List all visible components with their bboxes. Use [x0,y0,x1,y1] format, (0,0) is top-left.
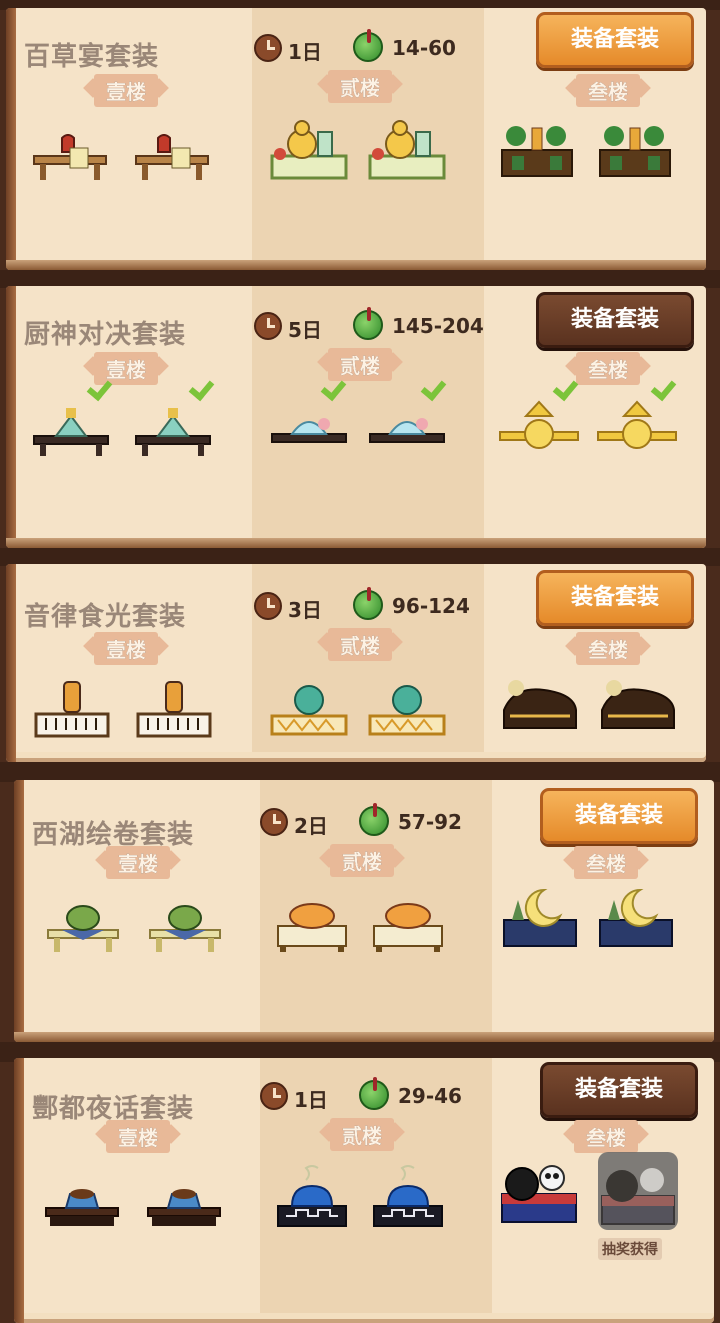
green-coin-icon [359,803,389,836]
lotus-stand-icon [369,418,445,443]
floor-1-label: 壹楼 [83,74,169,107]
clock-icon [254,592,282,620]
teapot-table-icon [47,905,119,952]
green-coin-icon [353,587,383,620]
clock-icon [254,312,282,340]
golden-pavilion-icon [597,400,677,449]
left-rail [14,1058,24,1323]
floor-1-label: 壹楼 [95,1120,181,1153]
bowl-desk-icon [45,1189,119,1226]
herb-table-icon [135,134,209,180]
equip-set-button[interactable]: 装备套装 [536,12,694,68]
left-rail [6,8,16,270]
lottery-note: 抽奖获得 [598,1238,662,1260]
bowl-desk-icon [147,1189,221,1226]
lotus-stand-icon [271,418,347,443]
set-card-3: 音律食光套装 3日 96-124 装备套装 壹楼 贰楼 叁楼 [6,564,706,762]
floor-2-label: 贰楼 [317,70,403,103]
owned-check-icon [556,374,580,398]
floor-3-label: 叁楼 [563,1120,649,1153]
gourd-counter-icon [368,120,446,180]
blue-censer-icon [373,1165,443,1227]
equip-set-button[interactable]: 装备套装 [536,570,694,626]
bottom-rail [14,1032,714,1042]
equip-set-button[interactable]: 装备套装 [540,788,698,844]
reward-range: 57-92 [398,810,462,834]
floor-3-label: 叁楼 [565,352,651,385]
grand-piano-icon [601,680,675,729]
teal-bird-counter-icon [270,685,348,736]
owned-check-icon [424,374,448,398]
duration-text: 5日 [288,318,322,342]
owned-check-icon [324,374,348,398]
moon-cabinet-icon [503,888,577,947]
teapot-table-icon [149,905,221,952]
gourd-counter-icon [270,120,348,180]
floor-3-label: 叁楼 [565,74,651,107]
plant-shelf-icon [501,126,573,177]
duration-text: 1日 [288,40,322,64]
bun-stand-icon [277,903,347,952]
herb-table-icon [33,134,107,180]
set-title: 百草宴套装 [24,42,160,72]
duration-text: 1日 [294,1088,328,1112]
duration-text: 2日 [294,814,328,838]
set-card-4: 西湖绘卷套装 2日 57-92 装备套装 壹楼 贰楼 叁楼 [14,780,714,1042]
set-card-5: 酆都夜话套装 1日 29-46 装备套装 壹楼 贰楼 叁楼 抽奖获得 [14,1058,714,1323]
set-title: 厨神对决套装 [24,320,187,350]
clock-icon [260,808,288,836]
plant-shelf-icon [599,126,671,177]
reward-range: 29-46 [398,1084,462,1108]
jade-table-icon [135,408,211,456]
set-card-2: 厨神对决套装 5日 145-204 装备套装 壹楼 贰楼 叁楼 [6,286,706,548]
reward-range: 145-204 [392,314,484,338]
green-coin-icon [353,307,383,340]
owned-check-icon [654,374,678,398]
bun-stand-icon [373,903,443,952]
owned-check-icon [90,374,114,398]
teal-bird-counter-icon [368,685,446,736]
golden-pavilion-icon [499,400,579,449]
equip-set-button[interactable]: 装备套装 [536,292,694,348]
floor-2-label: 贰楼 [319,1118,405,1151]
owned-check-icon [192,374,216,398]
duration-text: 3日 [288,598,322,622]
divider [0,762,720,782]
floor-1-label: 壹楼 [95,846,181,879]
green-coin-icon [359,1077,389,1110]
set-card-1: 百草宴套装 1日 14-60 装备套装 壹楼 贰楼 叁楼 [6,8,706,270]
set-title: 音律食光套装 [24,602,187,632]
piano-lantern-icon [34,681,110,738]
floor-2-label: 贰楼 [317,628,403,661]
left-rail [6,564,16,762]
reward-range: 96-124 [392,594,470,618]
floor-3-label: 叁楼 [563,846,649,879]
locked-item-slot[interactable] [598,1152,678,1230]
reward-range: 14-60 [392,36,456,60]
moon-cabinet-icon [599,888,673,947]
piano-lantern-icon [136,681,212,738]
green-coin-icon [353,29,383,62]
left-rail [14,780,24,1042]
blue-censer-icon [277,1165,347,1227]
floor-2-label: 贰楼 [319,844,405,877]
bottom-rail [6,538,706,548]
floor-3-label: 叁楼 [565,632,651,665]
left-rail [6,286,16,548]
jade-table-icon [33,408,109,456]
floor-1-label: 壹楼 [83,632,169,665]
urn-panda-icon [501,1165,577,1223]
grand-piano-icon [503,680,577,729]
urn-panda-icon [601,1168,675,1225]
equip-set-button[interactable]: 装备套装 [540,1062,698,1118]
clock-icon [254,34,282,62]
clock-icon [260,1082,288,1110]
bottom-rail [6,260,706,270]
